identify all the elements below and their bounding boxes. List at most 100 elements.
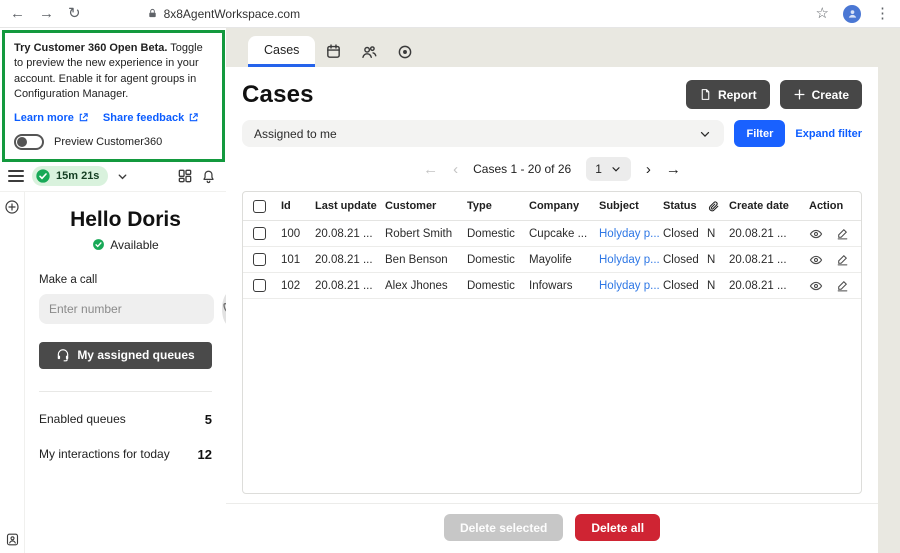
browser-forward-icon[interactable]: → [39, 6, 54, 21]
tab-team[interactable] [351, 36, 387, 67]
cell-subject-link[interactable]: Holyday p... [599, 280, 663, 292]
cell-id: 102 [281, 280, 315, 292]
col-action: Action [805, 200, 853, 212]
table-row[interactable]: 100 20.08.21 ... Robert Smith Domestic C… [243, 221, 861, 247]
bookmark-star-icon[interactable]: ☆ [816, 6, 829, 21]
users-icon [360, 43, 378, 61]
agent-status-bar: 15m 21s [0, 162, 226, 192]
stat-label: Enabled queues [39, 412, 126, 426]
pagination: ← ‹ Cases 1 - 20 of 26 1 › → [226, 147, 878, 189]
edit-pencil-icon[interactable] [836, 227, 849, 240]
table-row[interactable]: 102 20.08.21 ... Alex Jhones Domestic In… [243, 273, 861, 299]
preview-toggle-row: Preview Customer360 [14, 134, 213, 150]
title-row: Cases Report Create [226, 67, 878, 118]
notifications-bell-icon[interactable] [201, 169, 216, 184]
edit-pencil-icon[interactable] [836, 279, 849, 292]
cell-customer: Ben Benson [385, 254, 467, 266]
cell-status: Closed [663, 280, 707, 292]
availability-status: Available [25, 238, 226, 252]
sidebar-body: Hello Doris Available Make a call [0, 192, 226, 553]
cell-last-update: 20.08.21 ... [315, 280, 385, 292]
cell-customer: Robert Smith [385, 228, 467, 240]
preview-customer360-toggle[interactable] [14, 134, 44, 150]
browser-reload-icon[interactable]: ↻ [68, 6, 81, 21]
cell-type: Domestic [467, 228, 529, 240]
profile-avatar[interactable] [843, 5, 861, 23]
cell-id: 101 [281, 254, 315, 266]
tab-calendar[interactable] [315, 36, 351, 67]
expand-filter-link[interactable]: Expand filter [795, 128, 862, 140]
filter-select-value: Assigned to me [254, 127, 337, 141]
lock-icon [147, 8, 158, 19]
screen: ← → ↻ 8x8AgentWorkspace.com ☆ ⋮ Try Cust… [0, 0, 900, 553]
row-checkbox[interactable] [253, 253, 266, 266]
phone-number-input[interactable] [39, 294, 214, 324]
assigned-filter-select[interactable]: Assigned to me [242, 120, 724, 147]
browser-bar: ← → ↻ 8x8AgentWorkspace.com ☆ ⋮ [0, 0, 900, 28]
filter-button[interactable]: Filter [734, 120, 785, 147]
external-link-icon [78, 112, 89, 123]
cell-status: Closed [663, 254, 707, 266]
add-plus-circle-icon[interactable] [4, 199, 20, 215]
status-chevron-down-icon[interactable] [116, 170, 129, 183]
contact-card-icon[interactable] [5, 532, 20, 547]
make-call-label: Make a call [39, 274, 212, 286]
share-feedback-link[interactable]: Share feedback [103, 112, 199, 124]
url-text: 8x8AgentWorkspace.com [164, 7, 301, 21]
cell-customer: Alex Jhones [385, 280, 467, 292]
cell-create-date: 20.08.21 ... [729, 254, 805, 266]
cell-company: Cupcake ... [529, 228, 599, 240]
main-area: Cases Cases Report [226, 28, 900, 553]
hamburger-menu-icon[interactable] [8, 167, 24, 185]
customer360-beta-banner: Try Customer 360 Open Beta. Toggle to pr… [2, 30, 225, 162]
delete-all-button[interactable]: Delete all [575, 514, 660, 541]
tab-cases[interactable]: Cases [248, 36, 315, 67]
address-bar[interactable]: 8x8AgentWorkspace.com [147, 7, 816, 21]
view-eye-icon[interactable] [809, 279, 823, 293]
col-type: Type [467, 200, 529, 212]
table-row[interactable]: 101 20.08.21 ... Ben Benson Domestic May… [243, 247, 861, 273]
table-footer: Delete selected Delete all [226, 503, 878, 553]
my-assigned-queues-button[interactable]: My assigned queues [39, 342, 212, 369]
learn-more-link[interactable]: Learn more [14, 112, 89, 124]
attachment-paperclip-icon [707, 200, 729, 213]
page-number: 1 [595, 162, 602, 176]
view-eye-icon[interactable] [809, 227, 823, 241]
select-all-checkbox[interactable] [253, 200, 266, 213]
col-company: Company [529, 200, 599, 212]
cell-type: Domestic [467, 254, 529, 266]
next-page-icon[interactable]: › [646, 162, 651, 177]
col-create-date: Create date [729, 200, 805, 212]
stat-value: 5 [205, 412, 212, 427]
row-actions [805, 227, 862, 241]
external-link-icon [188, 112, 199, 123]
row-checkbox[interactable] [253, 279, 266, 292]
table-header-row: Id Last update Customer Type Company Sub… [243, 192, 861, 221]
page-number-select[interactable]: 1 [586, 157, 631, 181]
cell-subject-link[interactable]: Holyday p... [599, 254, 663, 266]
row-actions [805, 279, 862, 293]
create-button[interactable]: Create [780, 80, 862, 109]
browser-back-icon[interactable]: ← [10, 6, 25, 21]
last-page-icon[interactable]: → [666, 162, 681, 177]
left-rail [0, 192, 25, 553]
toggle-knob [17, 137, 27, 147]
view-eye-icon[interactable] [809, 253, 823, 267]
edit-pencil-icon[interactable] [836, 253, 849, 266]
eye-icon [396, 43, 414, 61]
cell-id: 100 [281, 228, 315, 240]
first-page-icon[interactable]: ← [423, 162, 438, 177]
status-timer-pill[interactable]: 15m 21s [32, 166, 108, 186]
cell-subject-link[interactable]: Holyday p... [599, 228, 663, 240]
row-checkbox[interactable] [253, 227, 266, 240]
tab-monitoring[interactable] [387, 36, 423, 67]
stat-value: 12 [198, 447, 212, 462]
chevron-down-icon [610, 163, 622, 175]
browser-menu-icon[interactable]: ⋮ [875, 6, 890, 21]
delete-selected-button[interactable]: Delete selected [444, 514, 563, 541]
col-customer: Customer [385, 200, 467, 212]
prev-page-icon[interactable]: ‹ [453, 162, 458, 177]
report-button[interactable]: Report [686, 80, 770, 109]
filter-row: Assigned to me Filter Expand filter [226, 118, 878, 147]
apps-grid-icon[interactable] [177, 168, 193, 184]
